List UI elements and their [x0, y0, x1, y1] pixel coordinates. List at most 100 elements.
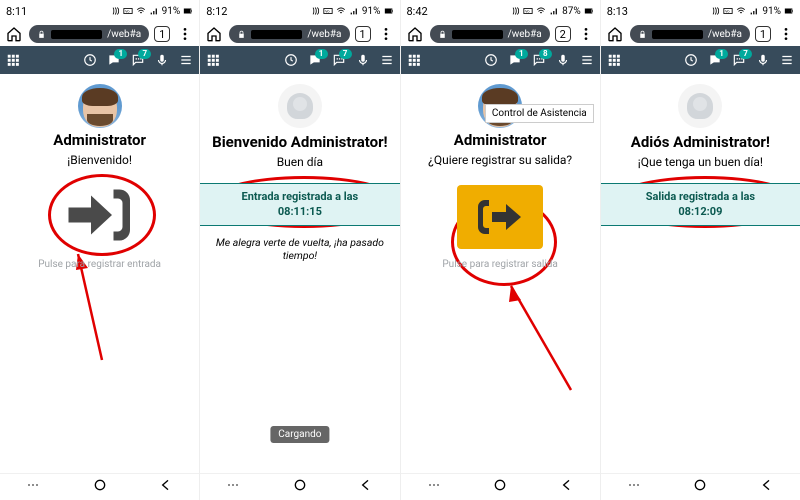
back-button[interactable]	[358, 477, 374, 497]
back-button[interactable]	[559, 477, 575, 497]
page-title: Administrator	[53, 132, 146, 149]
home-button[interactable]	[692, 477, 708, 497]
clock-icon[interactable]	[484, 53, 498, 67]
battery-icon	[784, 6, 794, 16]
mic-icon[interactable]	[356, 53, 370, 67]
phone-frame: 8:12 Vo 91% /web#a 1 1 7	[199, 0, 399, 500]
tab-count[interactable]: 1	[355, 26, 371, 42]
breadcrumb[interactable]: Control de Asistencia	[485, 104, 594, 123]
phone-frame: 8:11 Vo 91% /web#a 1 1 7	[0, 0, 199, 500]
volte-icon: Vo	[323, 6, 333, 16]
grid-icon[interactable]	[607, 53, 621, 67]
browser-menu-icon[interactable]	[175, 24, 195, 44]
android-nav-bar	[401, 473, 600, 500]
channel-icon[interactable]: 7	[131, 53, 145, 67]
app-top-nav: 1 7	[0, 46, 199, 74]
check-in-button[interactable]	[61, 185, 139, 249]
battery-icon	[183, 6, 193, 16]
home-button[interactable]	[292, 477, 308, 497]
main-content: Administrator ¡Bienvenido! Pulse para re…	[0, 74, 199, 473]
browser-url-bar: /web#a 2	[401, 22, 600, 46]
home-icon[interactable]	[405, 24, 425, 44]
grid-icon[interactable]	[206, 53, 220, 67]
recent-apps-button[interactable]	[626, 477, 642, 497]
browser-menu-icon[interactable]	[776, 24, 796, 44]
volte-icon: Vo	[523, 6, 533, 16]
menu-icon[interactable]	[179, 53, 193, 67]
chat-icon[interactable]: 1	[708, 53, 722, 67]
menu-icon[interactable]	[780, 53, 794, 67]
confirmation-banner: Entrada registrada a las 08:11:15	[200, 183, 399, 226]
chat-icon[interactable]: 1	[508, 53, 522, 67]
phone-frame: 8:42 Vo 87% /web#a 2 1 8	[400, 0, 600, 500]
android-status-bar: 8:13 Vo 91%	[601, 0, 800, 22]
url-field[interactable]: /web#a	[229, 25, 349, 43]
nfc-icon	[510, 6, 520, 16]
app-top-nav: 1 8	[401, 46, 600, 74]
tab-count[interactable]: 1	[755, 26, 771, 42]
status-battery: 91%	[362, 6, 381, 17]
tab-count[interactable]: 2	[555, 26, 571, 42]
home-icon[interactable]	[605, 24, 625, 44]
mic-icon[interactable]	[556, 53, 570, 67]
android-status-bar: 8:42 Vo 87%	[401, 0, 600, 22]
main-content: Control de Asistencia Administrator ¿Qui…	[401, 74, 600, 473]
recent-apps-button[interactable]	[426, 477, 442, 497]
page-subtitle: Buen día	[277, 155, 323, 169]
confirmation-banner: Salida registrada a las 08:12:09	[601, 183, 800, 226]
clock-icon[interactable]	[684, 53, 698, 67]
clock-icon[interactable]	[83, 53, 97, 67]
status-battery: 87%	[562, 6, 581, 17]
android-status-bar: 8:11 Vo 91%	[0, 0, 199, 22]
volte-icon: Vo	[123, 6, 133, 16]
recent-apps-button[interactable]	[225, 477, 241, 497]
battery-icon	[584, 6, 594, 16]
back-button[interactable]	[759, 477, 775, 497]
menu-icon[interactable]	[580, 53, 594, 67]
channel-icon[interactable]: 7	[332, 53, 346, 67]
home-icon[interactable]	[4, 24, 24, 44]
phone-frame: 8:13 Vo 91% /web#a 1 1 7	[600, 0, 800, 500]
check-out-button[interactable]	[457, 185, 543, 249]
page-subtitle: ¡Bienvenido!	[67, 153, 132, 167]
tab-count[interactable]: 1	[154, 26, 170, 42]
wifi-icon	[336, 6, 346, 16]
status-time: 8:11	[6, 5, 27, 18]
message-text: Me alegra verte de vuelta, ¡ha pasado ti…	[206, 236, 393, 263]
chat-icon[interactable]: 1	[308, 53, 322, 67]
main-content: Bienvenido Administrator! Buen día Entra…	[200, 74, 399, 473]
recent-apps-button[interactable]	[25, 477, 41, 497]
url-field[interactable]: /web#a	[29, 25, 149, 43]
url-field[interactable]: /web#a	[430, 25, 550, 43]
app-top-nav: 1 7	[601, 46, 800, 74]
signal-icon	[349, 6, 359, 16]
chat-icon[interactable]: 1	[107, 53, 121, 67]
grid-icon[interactable]	[407, 53, 421, 67]
channel-icon[interactable]: 8	[532, 53, 546, 67]
signal-icon	[149, 6, 159, 16]
android-nav-bar	[200, 473, 399, 500]
menu-icon[interactable]	[380, 53, 394, 67]
svg-text:Vo: Vo	[125, 10, 129, 14]
mic-icon[interactable]	[756, 53, 770, 67]
back-button[interactable]	[158, 477, 174, 497]
browser-menu-icon[interactable]	[576, 24, 596, 44]
home-button[interactable]	[92, 477, 108, 497]
home-icon[interactable]	[204, 24, 224, 44]
home-button[interactable]	[492, 477, 508, 497]
nfc-icon	[310, 6, 320, 16]
browser-url-bar: /web#a 1	[601, 22, 800, 46]
android-nav-bar	[601, 473, 800, 500]
svg-text:Vo: Vo	[525, 10, 529, 14]
status-battery: 91%	[162, 6, 181, 17]
mic-icon[interactable]	[155, 53, 169, 67]
wifi-icon	[536, 6, 546, 16]
clock-icon[interactable]	[284, 53, 298, 67]
url-field[interactable]: /web#a	[630, 25, 750, 43]
main-content: Adiós Administrator! ¡Que tenga un buen …	[601, 74, 800, 473]
channel-icon[interactable]: 7	[732, 53, 746, 67]
grid-icon[interactable]	[6, 53, 20, 67]
user-generic-avatar	[278, 84, 322, 128]
browser-menu-icon[interactable]	[376, 24, 396, 44]
action-hint: Pulse para registrar entrada	[38, 259, 161, 270]
